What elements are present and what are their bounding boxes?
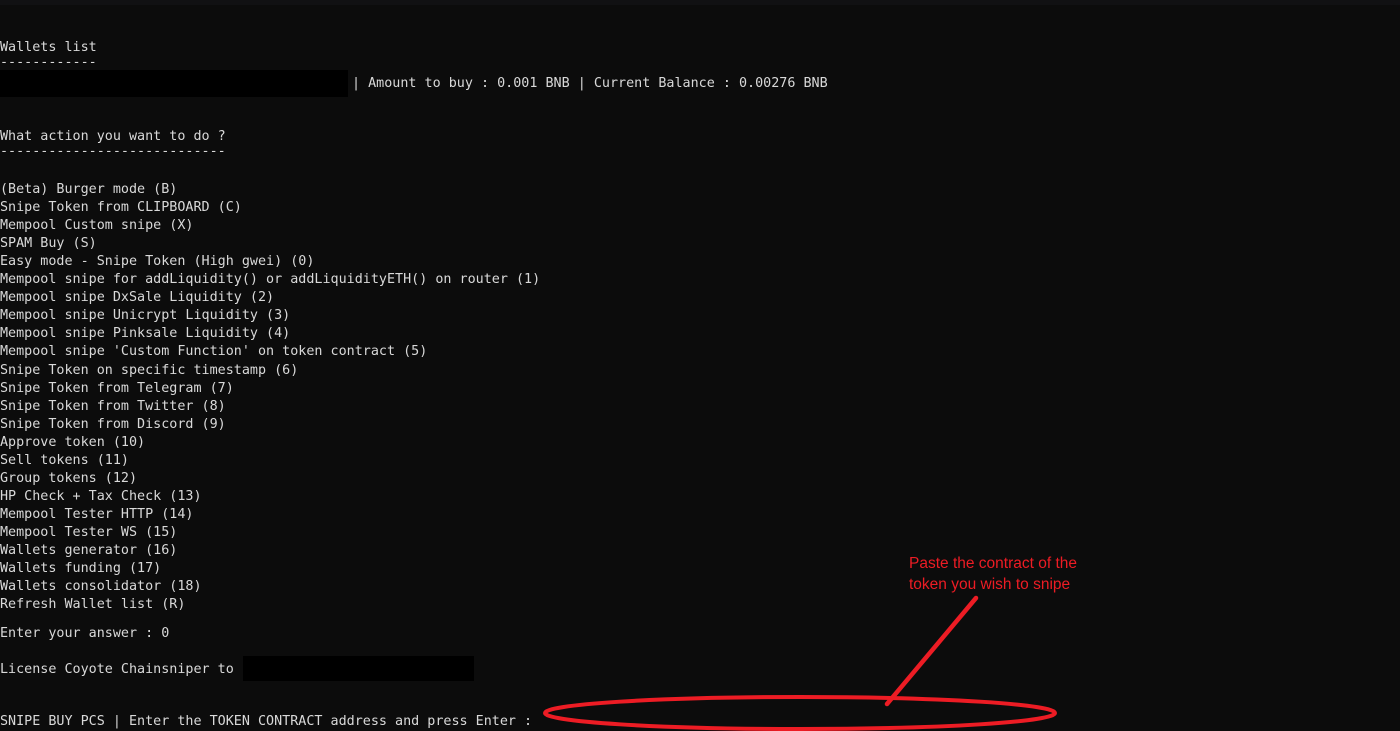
menu-item[interactable]: Mempool Tester WS (15) [0,524,177,542]
menu-item[interactable]: Snipe Token from CLIPBOARD (C) [0,199,242,217]
menu-item[interactable]: Approve token (10) [0,434,145,452]
token-contract-input[interactable] [552,713,1052,731]
menu-item[interactable]: Refresh Wallet list (R) [0,596,185,614]
menu-item[interactable]: Wallets generator (16) [0,542,177,560]
menu-item[interactable]: Mempool snipe for addLiquidity() or addL… [0,271,540,289]
status-line: | Amount to buy : 0.001 BNB | Current Ba… [352,76,828,91]
menu-item[interactable]: Snipe Token on specific timestamp (6) [0,362,298,380]
redacted-license-block [243,656,474,681]
menu-item[interactable]: Mempool Tester HTTP (14) [0,506,193,524]
token-contract-prompt: SNIPE BUY PCS | Enter the TOKEN CONTRACT… [0,714,533,729]
menu-item[interactable]: Mempool Custom snipe (X) [0,217,193,235]
menu-item[interactable]: Wallets consolidator (18) [0,578,202,596]
answer-prompt[interactable]: Enter your answer : 0 [0,625,169,643]
menu-item[interactable]: Wallets funding (17) [0,560,161,578]
menu-item[interactable]: Group tokens (12) [0,470,137,488]
window-top-edge [0,0,1400,5]
menu-item[interactable]: SPAM Buy (S) [0,235,97,253]
terminal-window: Wallets list ------------ | Amount to bu… [0,0,1400,731]
menu-item[interactable]: Easy mode - Snipe Token (High gwei) (0) [0,253,314,271]
menu-item[interactable]: Snipe Token from Discord (9) [0,416,226,434]
menu-item[interactable]: Mempool snipe Unicrypt Liquidity (3) [0,307,290,325]
menu-item[interactable]: Sell tokens (11) [0,452,129,470]
license-line: License Coyote Chainsniper to [0,662,234,677]
menu-item[interactable]: HP Check + Tax Check (13) [0,488,202,506]
redacted-wallets-block [0,70,348,97]
action-question-rule: ---------------------------- [0,144,226,159]
menu-item[interactable]: Mempool snipe 'Custom Function' on token… [0,343,427,361]
menu-item[interactable]: Snipe Token from Twitter (8) [0,398,226,416]
menu-item[interactable]: Mempool snipe DxSale Liquidity (2) [0,289,274,307]
menu-item[interactable]: (Beta) Burger mode (B) [0,181,177,199]
menu-item[interactable]: Mempool snipe Pinksale Liquidity (4) [0,325,290,343]
menu-item[interactable]: Snipe Token from Telegram (7) [0,380,234,398]
